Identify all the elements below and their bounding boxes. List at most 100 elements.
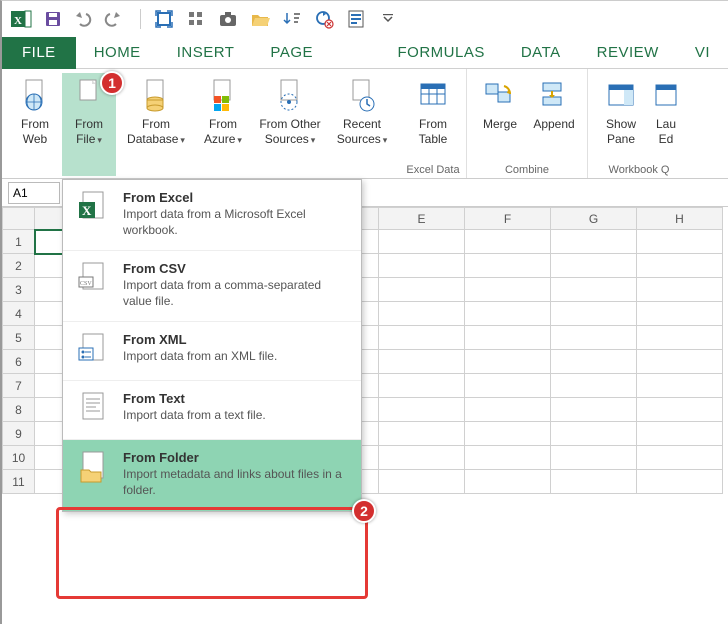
tab-page-layout[interactable]: PAGE LAYOUT	[252, 37, 379, 69]
cell-F4[interactable]	[465, 302, 551, 326]
launch-icon	[648, 77, 684, 113]
undo-icon[interactable]	[72, 6, 98, 32]
refresh-cancel-icon[interactable]	[311, 6, 337, 32]
col-header-G[interactable]: G	[551, 208, 637, 230]
cell-H6[interactable]	[637, 350, 723, 374]
qat-separator	[140, 9, 141, 29]
cell-G5[interactable]	[551, 326, 637, 350]
tab-formulas[interactable]: FORMULAS	[380, 37, 503, 69]
cell-E1[interactable]	[379, 230, 465, 254]
cell-H3[interactable]	[637, 278, 723, 302]
tab-home[interactable]: HOME	[76, 37, 159, 69]
cell-G11[interactable]	[551, 470, 637, 494]
excel-app-icon: X	[8, 6, 34, 32]
name-box[interactable]	[8, 182, 60, 204]
cell-G10[interactable]	[551, 446, 637, 470]
menu-from-folder[interactable]: From Folder Import metadata and links ab…	[63, 440, 361, 510]
cell-E5[interactable]	[379, 326, 465, 350]
cell-F6[interactable]	[465, 350, 551, 374]
cell-E9[interactable]	[379, 422, 465, 446]
cell-G4[interactable]	[551, 302, 637, 326]
cell-H9[interactable]	[637, 422, 723, 446]
launch-editor-button[interactable]: Lau Ed	[648, 73, 684, 162]
cell-H2[interactable]	[637, 254, 723, 278]
cell-G6[interactable]	[551, 350, 637, 374]
qat-customize-icon[interactable]	[375, 6, 401, 32]
cell-F3[interactable]	[465, 278, 551, 302]
cell-G2[interactable]	[551, 254, 637, 278]
cell-H1[interactable]	[637, 230, 723, 254]
folder-open-icon[interactable]	[247, 6, 273, 32]
camera-icon[interactable]	[215, 6, 241, 32]
tab-view[interactable]: VI	[677, 37, 728, 69]
menu-from-excel-title: From Excel	[123, 190, 347, 205]
menu-from-excel[interactable]: X From Excel Import data from a Microsof…	[63, 180, 361, 251]
col-header-E[interactable]: E	[379, 208, 465, 230]
cell-H4[interactable]	[637, 302, 723, 326]
grid-icon[interactable]	[183, 6, 209, 32]
row-header-9[interactable]: 9	[3, 422, 35, 446]
tab-data[interactable]: DATA	[503, 37, 579, 69]
cell-E6[interactable]	[379, 350, 465, 374]
cell-E7[interactable]	[379, 374, 465, 398]
cell-F1[interactable]	[465, 230, 551, 254]
save-icon[interactable]	[40, 6, 66, 32]
menu-from-text[interactable]: From Text Import data from a text file.	[63, 381, 361, 440]
cell-E10[interactable]	[379, 446, 465, 470]
from-other-sources-button[interactable]: From Other Sources	[250, 73, 330, 176]
cell-G3[interactable]	[551, 278, 637, 302]
row-header-4[interactable]: 4	[3, 302, 35, 326]
row-header-11[interactable]: 11	[3, 470, 35, 494]
cell-G9[interactable]	[551, 422, 637, 446]
cell-F7[interactable]	[465, 374, 551, 398]
from-web-button[interactable]: From Web	[8, 73, 62, 176]
cell-E8[interactable]	[379, 398, 465, 422]
append-button[interactable]: Append	[527, 73, 581, 162]
row-header-3[interactable]: 3	[3, 278, 35, 302]
row-header-7[interactable]: 7	[3, 374, 35, 398]
cell-H11[interactable]	[637, 470, 723, 494]
cell-F2[interactable]	[465, 254, 551, 278]
cell-E4[interactable]	[379, 302, 465, 326]
cell-G8[interactable]	[551, 398, 637, 422]
ribbon-group-combine: Merge Append Combine	[467, 69, 588, 178]
show-pane-button[interactable]: Show Pane	[594, 73, 648, 162]
cell-E3[interactable]	[379, 278, 465, 302]
from-table-button[interactable]: From Table	[406, 73, 460, 162]
cell-H7[interactable]	[637, 374, 723, 398]
menu-from-xml[interactable]: From XML Import data from an XML file.	[63, 322, 361, 381]
cell-H5[interactable]	[637, 326, 723, 350]
select-all-corner[interactable]	[3, 208, 35, 230]
sort-icon[interactable]	[279, 6, 305, 32]
row-header-5[interactable]: 5	[3, 326, 35, 350]
fullscreen-icon[interactable]	[151, 6, 177, 32]
row-header-1[interactable]: 1	[3, 230, 35, 254]
row-header-8[interactable]: 8	[3, 398, 35, 422]
col-header-H[interactable]: H	[637, 208, 723, 230]
cell-F5[interactable]	[465, 326, 551, 350]
tab-insert[interactable]: INSERT	[159, 37, 253, 69]
merge-button[interactable]: Merge	[473, 73, 527, 162]
cell-E11[interactable]	[379, 470, 465, 494]
redo-icon[interactable]	[104, 6, 130, 32]
tab-review[interactable]: REVIEW	[579, 37, 677, 69]
col-header-F[interactable]: F	[465, 208, 551, 230]
from-azure-button[interactable]: From Azure	[196, 73, 250, 176]
cell-H8[interactable]	[637, 398, 723, 422]
tab-file[interactable]: FILE	[2, 37, 76, 69]
menu-from-csv[interactable]: CSV From CSV Import data from a comma-se…	[63, 251, 361, 322]
recent-sources-button[interactable]: Recent Sources	[330, 73, 394, 176]
cell-F10[interactable]	[465, 446, 551, 470]
from-database-button[interactable]: From Database	[116, 73, 196, 176]
cell-E2[interactable]	[379, 254, 465, 278]
cell-H10[interactable]	[637, 446, 723, 470]
cell-G7[interactable]	[551, 374, 637, 398]
cell-F8[interactable]	[465, 398, 551, 422]
form-icon[interactable]	[343, 6, 369, 32]
row-header-2[interactable]: 2	[3, 254, 35, 278]
cell-F11[interactable]	[465, 470, 551, 494]
cell-G1[interactable]	[551, 230, 637, 254]
row-header-6[interactable]: 6	[3, 350, 35, 374]
cell-F9[interactable]	[465, 422, 551, 446]
row-header-10[interactable]: 10	[3, 446, 35, 470]
